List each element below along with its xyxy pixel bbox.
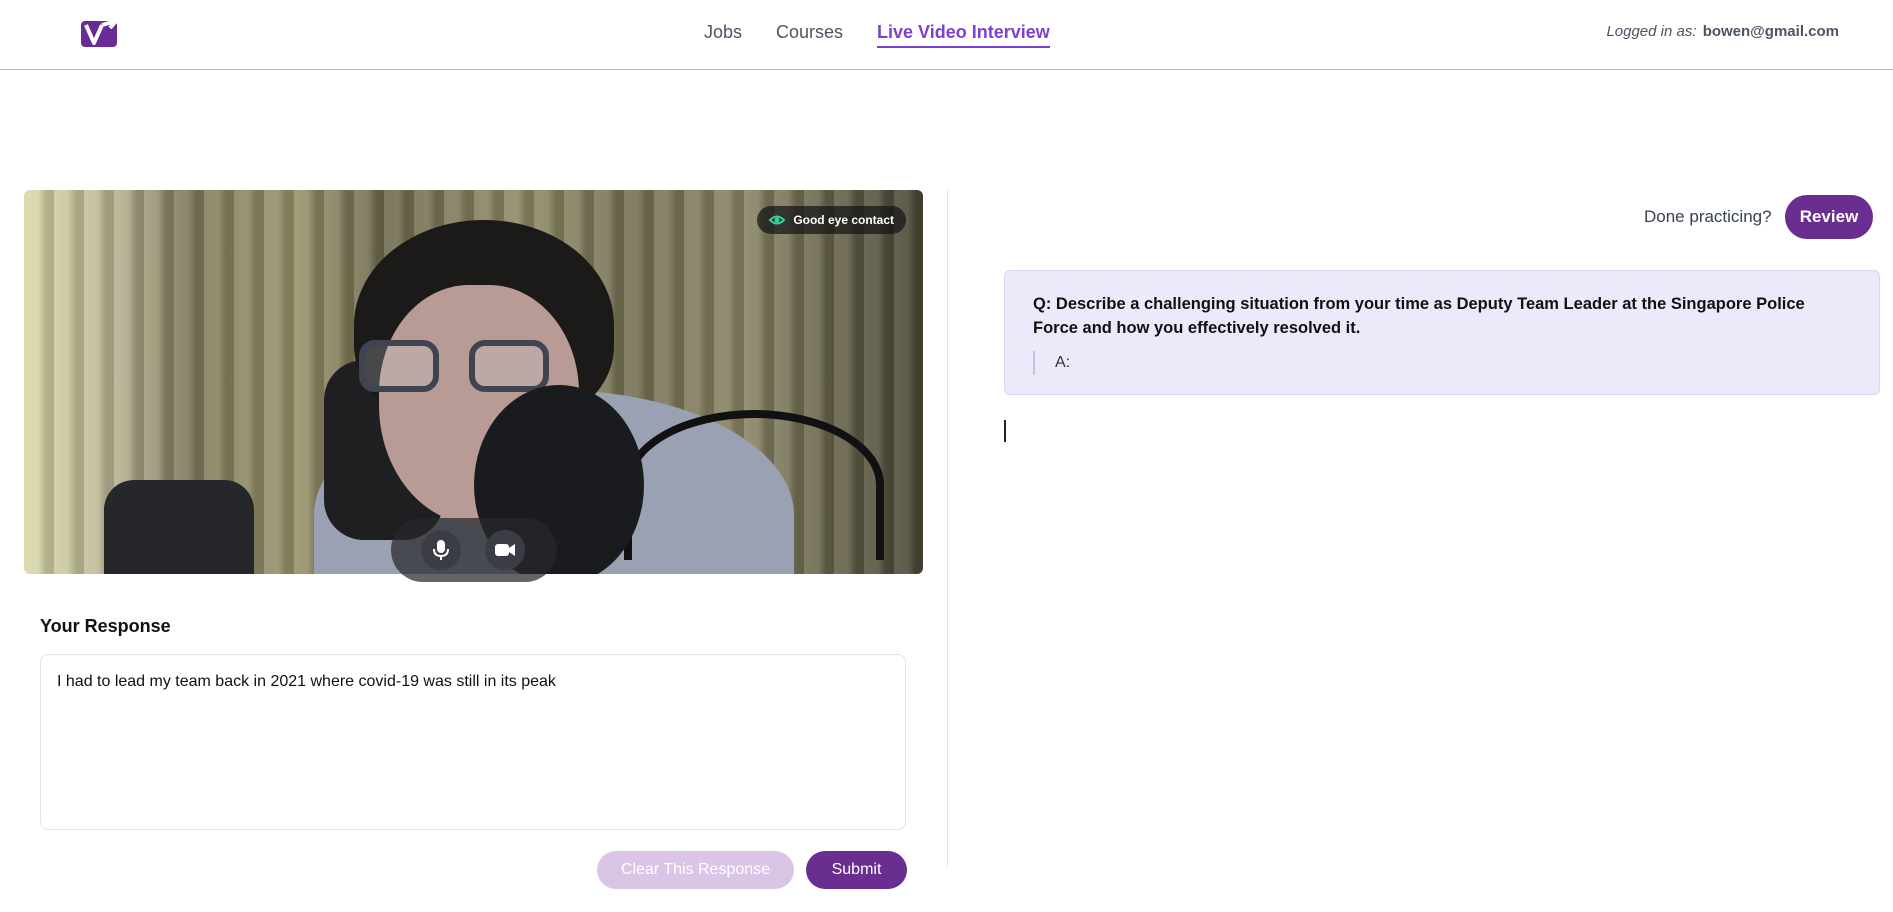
media-controls xyxy=(391,518,557,582)
top-header: Jobs Courses Live Video Interview Logged… xyxy=(0,0,1893,70)
nav-live-video-interview[interactable]: Live Video Interview xyxy=(877,22,1050,48)
response-title: Your Response xyxy=(40,616,171,636)
clear-response-button[interactable]: Clear This Response xyxy=(597,851,794,889)
eye-icon xyxy=(769,215,786,225)
login-status: Logged in as: bowen@gmail.com xyxy=(1606,23,1839,40)
nav-jobs[interactable]: Jobs xyxy=(704,22,742,43)
review-button[interactable]: Review xyxy=(1785,195,1873,239)
eye-contact-badge: Good eye contact xyxy=(757,206,906,234)
webcam-video: Good eye contact xyxy=(24,190,923,574)
video-person-glasses xyxy=(359,340,439,392)
microphone-button[interactable] xyxy=(421,530,461,570)
question-card: Q: Describe a challenging situation from… xyxy=(1004,270,1880,395)
eye-contact-text: Good eye contact xyxy=(793,213,894,227)
login-email: bowen@gmail.com xyxy=(1702,23,1839,40)
answer-text: A: xyxy=(1033,351,1070,375)
question-text: Q: Describe a challenging situation from… xyxy=(1033,295,1805,337)
submit-button[interactable]: Submit xyxy=(806,851,907,889)
response-textarea[interactable]: I had to lead my team back in 2021 where… xyxy=(40,654,906,830)
done-practicing-label: Done practicing? xyxy=(1644,207,1772,226)
camera-button[interactable] xyxy=(485,530,525,570)
video-mic-arm xyxy=(624,410,884,560)
text-cursor xyxy=(1004,420,1006,442)
video-camera-icon xyxy=(495,544,515,556)
nav-courses[interactable]: Courses xyxy=(776,22,843,43)
panel-divider xyxy=(947,190,948,868)
microphone-icon xyxy=(433,540,449,560)
video-person-glasses xyxy=(469,340,549,392)
video-object-bag xyxy=(104,480,254,574)
login-label: Logged in as: xyxy=(1606,23,1697,40)
